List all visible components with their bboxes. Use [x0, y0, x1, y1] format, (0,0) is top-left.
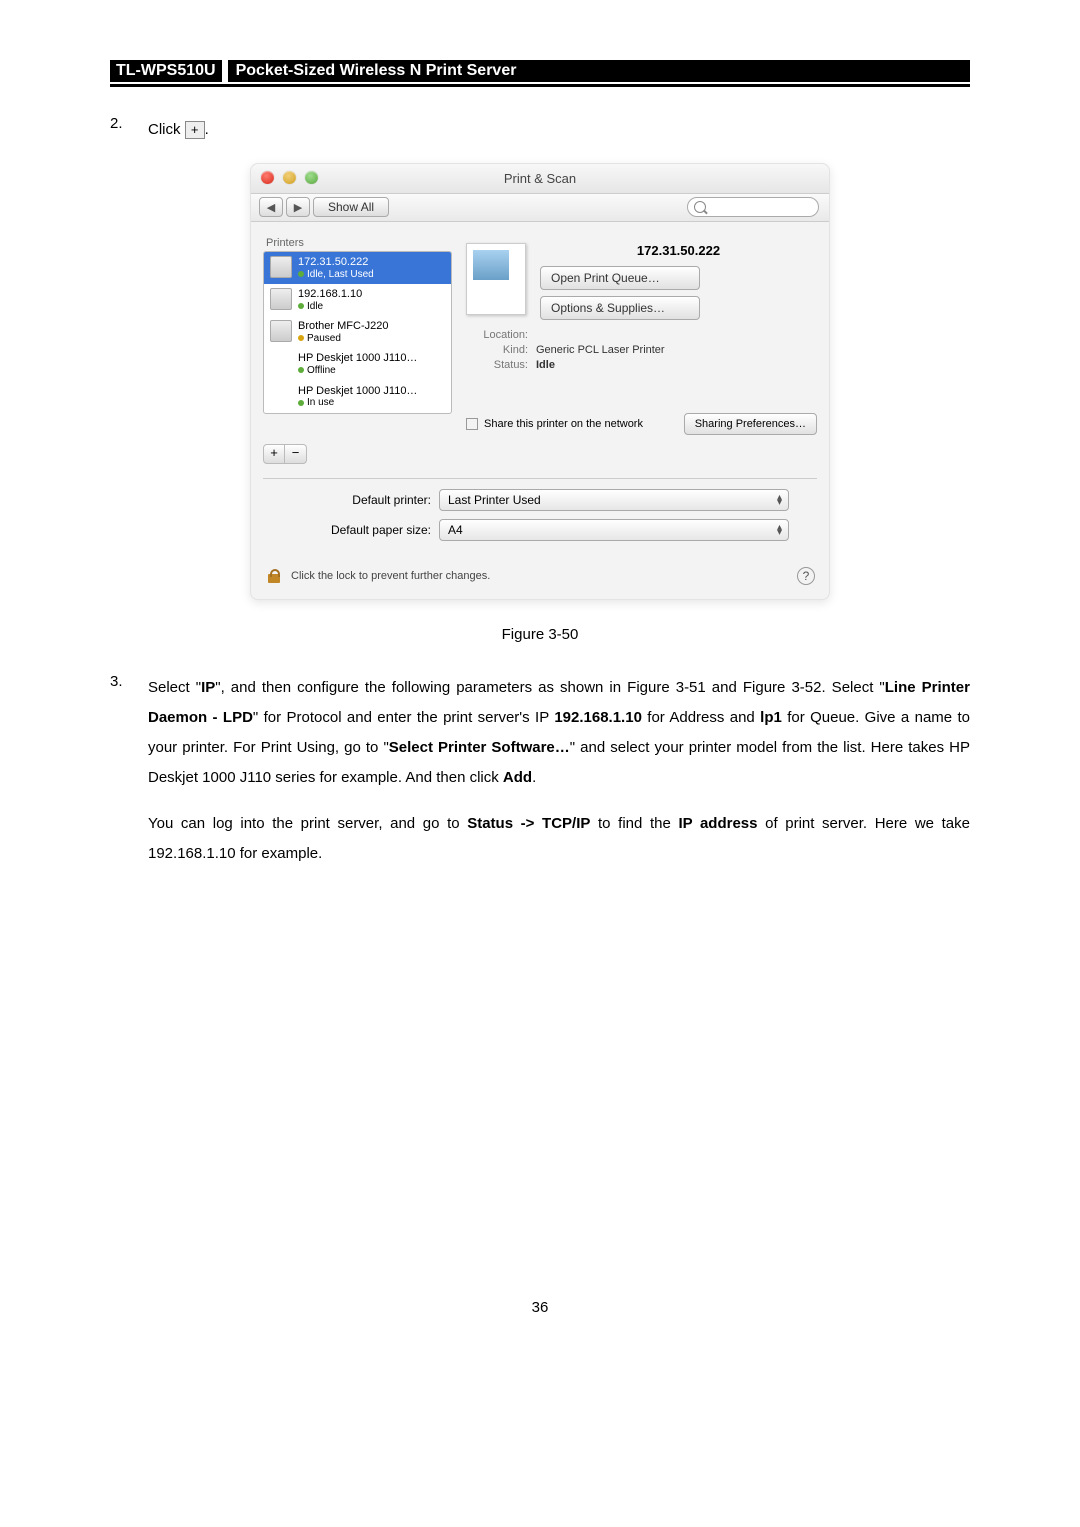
header-title: Pocket-Sized Wireless N Print Server	[228, 60, 970, 82]
open-print-queue-button[interactable]: Open Print Queue…	[540, 266, 700, 290]
content-area: Printers 172.31.50.222 Idle, Last Used 1…	[251, 222, 829, 464]
step-2: 2. Click +.	[110, 115, 970, 145]
close-icon[interactable]	[261, 171, 274, 184]
list-item[interactable]: HP Deskjet 1000 J110… Offline	[264, 348, 451, 380]
list-item[interactable]: Brother MFC-J220 Paused	[264, 316, 451, 348]
printer-icon	[270, 288, 292, 310]
options-supplies-button[interactable]: Options & Supplies…	[540, 296, 700, 320]
share-checkbox[interactable]	[466, 418, 478, 430]
print-scan-window: Print & Scan ◀ ▶ Show All Printers 172.3…	[250, 163, 830, 600]
printer-status: Idle, Last Used	[307, 269, 374, 280]
status-dot-icon	[298, 400, 304, 406]
show-all-button[interactable]: Show All	[313, 197, 389, 217]
printer-icon	[270, 320, 292, 342]
list-item[interactable]: 172.31.50.222 Idle, Last Used	[264, 252, 451, 284]
default-printer-select[interactable]: Last Printer Used	[439, 489, 789, 511]
status-label: Status:	[466, 359, 528, 371]
share-label: Share this printer on the network	[484, 418, 684, 430]
default-paper-select[interactable]: A4	[439, 519, 789, 541]
printers-list: 172.31.50.222 Idle, Last Used 192.168.1.…	[263, 251, 452, 414]
step-3: 3. Select "IP", and then configure the f…	[110, 673, 970, 869]
step-number: 3.	[110, 673, 148, 869]
sharing-preferences-button[interactable]: Sharing Preferences…	[684, 413, 817, 435]
status-value: Idle	[536, 359, 555, 371]
printers-sidebar: Printers 172.31.50.222 Idle, Last Used 1…	[263, 237, 452, 464]
kind-value: Generic PCL Laser Printer	[536, 344, 665, 356]
minimize-icon[interactable]	[283, 171, 296, 184]
printer-name: Brother MFC-J220	[298, 320, 388, 333]
search-input[interactable]	[687, 197, 819, 217]
status-dot-icon	[298, 335, 304, 341]
printer-status: Paused	[307, 333, 341, 344]
status-dot-icon	[298, 271, 304, 277]
window-title: Print & Scan	[251, 164, 829, 194]
defaults-form: Default printer: Last Printer Used Defau…	[251, 479, 829, 555]
help-button[interactable]: ?	[797, 567, 815, 585]
back-button[interactable]: ◀	[259, 197, 283, 217]
kind-label: Kind:	[466, 344, 528, 356]
page-header: TL-WPS510U Pocket-Sized Wireless N Print…	[110, 60, 970, 87]
printer-status: In use	[307, 397, 334, 408]
printer-name: 172.31.50.222	[298, 256, 374, 269]
remove-button[interactable]: −	[285, 445, 306, 463]
printer-name: 192.168.1.10	[298, 288, 362, 301]
plus-icon: +	[185, 121, 205, 139]
default-paper-label: Default paper size:	[291, 523, 431, 537]
window-footer: Click the lock to prevent further change…	[251, 555, 829, 599]
default-printer-label: Default printer:	[291, 493, 431, 507]
add-button[interactable]: +	[264, 445, 285, 463]
add-remove-buttons: + −	[263, 444, 307, 464]
step-text: Click	[148, 121, 185, 138]
status-dot-icon	[298, 367, 304, 373]
step-body: Click +.	[148, 115, 970, 145]
traffic-lights	[261, 171, 323, 188]
printer-preview-icon	[466, 243, 526, 315]
toolbar: ◀ ▶ Show All	[251, 194, 829, 222]
lock-icon[interactable]	[265, 567, 283, 585]
nav-buttons: ◀ ▶	[259, 197, 313, 217]
printer-icon	[270, 256, 292, 278]
select-value: A4	[448, 523, 463, 537]
location-label: Location:	[466, 329, 528, 341]
step-text: .	[205, 121, 209, 138]
list-item[interactable]: 192.168.1.10 Idle	[264, 284, 451, 316]
figure-caption: Figure 3-50	[110, 626, 970, 643]
titlebar: Print & Scan	[251, 164, 829, 194]
printer-name: HP Deskjet 1000 J110…	[298, 352, 417, 365]
list-item[interactable]: HP Deskjet 1000 J110… In use	[264, 381, 451, 413]
step-body: Select "IP", and then configure the foll…	[148, 673, 970, 869]
document-page: TL-WPS510U Pocket-Sized Wireless N Print…	[0, 0, 1080, 1376]
printers-label: Printers	[263, 237, 452, 249]
lock-text: Click the lock to prevent further change…	[291, 570, 490, 582]
detail-title: 172.31.50.222	[540, 243, 817, 258]
printer-status: Offline	[307, 365, 336, 376]
printer-name: HP Deskjet 1000 J110…	[298, 385, 417, 398]
zoom-icon[interactable]	[305, 171, 318, 184]
printer-detail: 172.31.50.222 Open Print Queue… Options …	[452, 237, 817, 464]
step-number: 2.	[110, 115, 148, 145]
printer-status: Idle	[307, 301, 323, 312]
select-value: Last Printer Used	[448, 493, 541, 507]
forward-button[interactable]: ▶	[286, 197, 310, 217]
header-model: TL-WPS510U	[110, 60, 222, 82]
status-dot-icon	[298, 303, 304, 309]
page-number: 36	[110, 1299, 970, 1316]
